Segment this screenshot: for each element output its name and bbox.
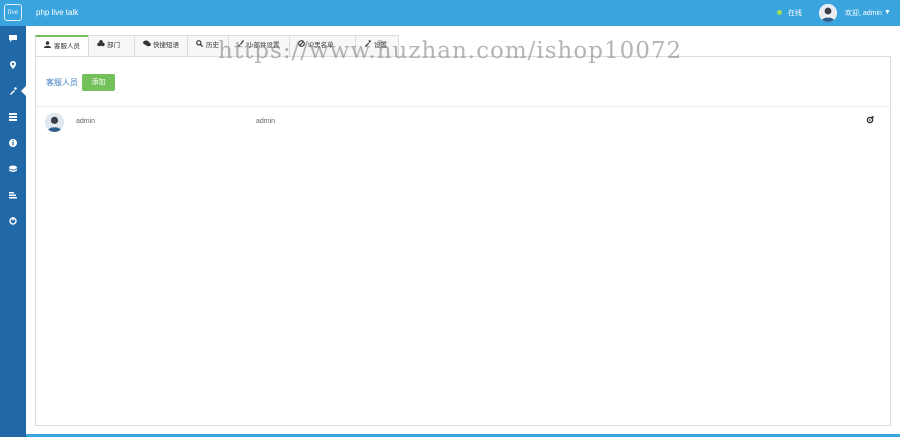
top-header: live php live talk 在线 欢迎, admin ▼	[0, 0, 900, 26]
sidebar-power-icon[interactable]	[0, 208, 26, 234]
avatar-person-icon	[819, 4, 837, 22]
add-staff-button[interactable]: 添加	[82, 74, 115, 91]
chevron-down-icon[interactable]: ▼	[884, 9, 891, 16]
staff-nickname: admin	[256, 118, 276, 125]
app-title: php live talk	[36, 8, 79, 17]
main-panel: 客服人员 添加 admin admin	[35, 56, 891, 426]
tab-widget-settings[interactable]: 小部件设置	[228, 35, 290, 57]
user-avatar[interactable]	[819, 4, 837, 22]
section-title: 客服人员	[46, 78, 78, 87]
tab-label: 快捷短语	[153, 42, 179, 49]
gear-icon[interactable]	[866, 116, 874, 126]
tab-settings[interactable]: 设置	[355, 35, 399, 57]
divider	[36, 106, 890, 107]
tab-quick-phrases[interactable]: 快捷短语	[134, 35, 188, 57]
tab-staff[interactable]: 客服人员	[35, 35, 89, 57]
avatar-person-icon	[45, 113, 64, 132]
brush-icon	[237, 36, 247, 56]
sidebar-chat-icon[interactable]	[0, 26, 26, 52]
online-status-text[interactable]: 在线	[788, 8, 802, 18]
tab-label: 客服人员	[54, 43, 80, 50]
logo-text: live	[7, 9, 19, 16]
ban-icon	[298, 36, 308, 56]
tab-ip-blacklist[interactable]: IP黑名单	[289, 35, 356, 57]
tab-label: 部门	[107, 42, 120, 49]
staff-avatar	[45, 113, 64, 132]
tab-label: IP黑名单	[308, 42, 334, 49]
app-logo[interactable]: live	[4, 4, 22, 21]
sidebar-wrench-icon[interactable]	[0, 78, 26, 104]
sidebar-list-icon[interactable]	[0, 104, 26, 130]
sidebar-stack-icon[interactable]	[0, 156, 26, 182]
tab-label: 设置	[374, 42, 387, 49]
search-icon	[196, 36, 206, 56]
wrench-icon	[364, 36, 374, 56]
sidebar-location-icon[interactable]	[0, 52, 26, 78]
sidebar-chart-icon[interactable]	[0, 182, 26, 208]
tab-history[interactable]: 历史	[187, 35, 229, 57]
group-icon	[97, 36, 107, 56]
sidebar	[0, 26, 26, 437]
tab-label: 历史	[206, 42, 219, 49]
staff-name: admin	[76, 118, 96, 125]
tab-departments[interactable]: 部门	[88, 35, 135, 57]
sidebar-info-icon[interactable]	[0, 130, 26, 156]
tab-label: 小部件设置	[247, 42, 280, 49]
welcome-user[interactable]: 欢迎, admin	[845, 8, 882, 18]
comments-icon	[143, 36, 153, 56]
online-status-dot	[777, 10, 782, 15]
user-icon	[44, 37, 54, 57]
